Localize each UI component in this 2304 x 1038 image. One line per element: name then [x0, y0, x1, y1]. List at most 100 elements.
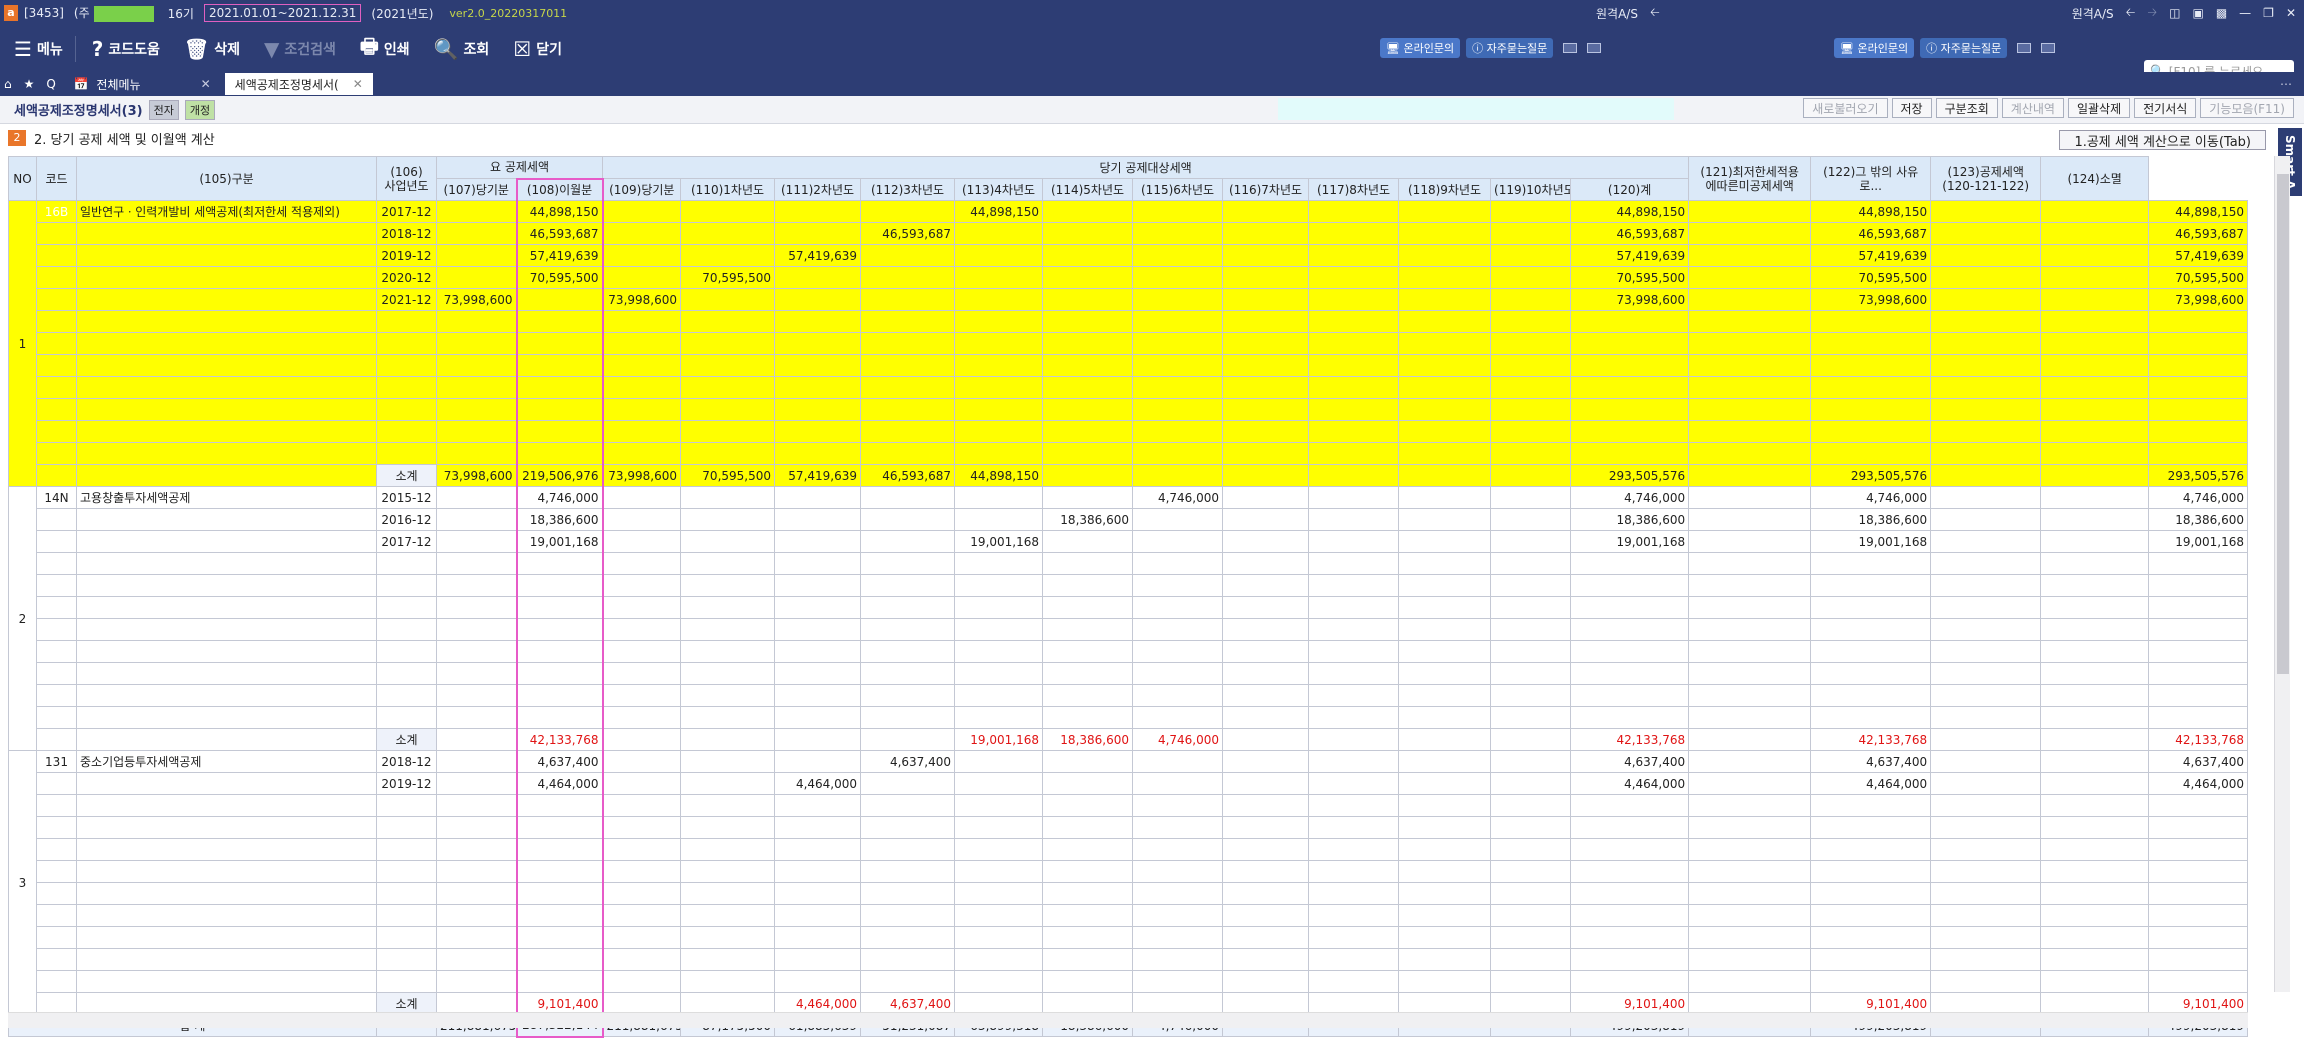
amount-cell-c108[interactable]: 18,386,600 — [515, 508, 604, 531]
amount-cell-c121[interactable] — [1688, 332, 1812, 355]
split-icon[interactable]: ▣ — [2192, 6, 2203, 20]
amount-cell-c122[interactable] — [1810, 354, 1932, 377]
amount-cell-c107[interactable] — [436, 442, 517, 465]
amount-cell-c124[interactable] — [2040, 332, 2150, 355]
amount-cell-c117[interactable] — [1308, 794, 1400, 817]
amount-cell-c116[interactable] — [1222, 442, 1310, 465]
delete-button[interactable]: 🗑 삭제 — [184, 37, 240, 61]
amount-cell-c108[interactable] — [515, 794, 604, 817]
amount-cell-c118[interactable] — [1398, 684, 1492, 707]
business-year-cell[interactable]: 2020-12 — [376, 266, 437, 289]
amount-cell-c109[interactable] — [602, 332, 682, 355]
table-row[interactable]: 2020-12 70,595,500 70,595,500 70,595,500 70,… — [9, 266, 2248, 289]
amount-cell-c113[interactable] — [954, 882, 1044, 905]
amount-cell-c112[interactable] — [860, 860, 956, 883]
amount-cell-c111[interactable] — [774, 794, 862, 817]
credit-code-cell[interactable] — [36, 222, 77, 245]
amount-cell-c118[interactable] — [1398, 574, 1492, 597]
code-help-button[interactable]: ? 코드도움 — [92, 37, 160, 61]
amount-cell-c112[interactable] — [860, 684, 956, 707]
amount-cell-c117[interactable] — [1308, 970, 1400, 993]
amount-cell-c114[interactable] — [1042, 838, 1134, 861]
amount-cell-c123[interactable] — [1930, 794, 2042, 817]
amount-cell-c108[interactable] — [515, 882, 604, 905]
credit-name-cell[interactable] — [76, 794, 377, 817]
amount-cell-c113[interactable] — [954, 772, 1044, 795]
table-row[interactable] — [9, 552, 2248, 575]
amount-cell-c120[interactable] — [1570, 552, 1690, 575]
amount-cell-c111[interactable] — [774, 750, 862, 773]
amount-cell-c109[interactable] — [602, 750, 682, 773]
amount-cell-c107[interactable] — [436, 486, 517, 509]
amount-cell-c108[interactable] — [515, 970, 604, 993]
amount-cell-c112[interactable]: 4,637,400 — [860, 750, 956, 773]
credit-name-cell[interactable] — [76, 662, 377, 685]
amount-cell-c123[interactable] — [1930, 684, 2042, 707]
amount-cell-c108[interactable] — [515, 574, 604, 597]
amount-cell-c114[interactable] — [1042, 640, 1134, 663]
amount-cell-c122[interactable] — [1810, 926, 1932, 949]
amount-cell-c123[interactable] — [1930, 640, 2042, 663]
table-row[interactable] — [9, 794, 2248, 817]
amount-cell-c121[interactable] — [1688, 794, 1812, 817]
amount-cell-c111[interactable] — [774, 398, 862, 421]
amount-cell-c115[interactable] — [1132, 376, 1224, 399]
amount-cell-c113[interactable] — [954, 552, 1044, 575]
amount-cell-c118[interactable] — [1398, 244, 1492, 267]
amount-cell-c123[interactable] — [1930, 860, 2042, 883]
amount-cell-c110[interactable] — [680, 310, 776, 333]
amount-cell-c125[interactable] — [2148, 816, 2248, 839]
amount-cell-c109[interactable] — [602, 882, 682, 905]
amount-cell-c113[interactable] — [954, 794, 1044, 817]
amount-cell-c112[interactable] — [860, 376, 956, 399]
amount-cell-c113[interactable]: 19,001,168 — [954, 530, 1044, 553]
amount-cell-c125[interactable] — [2148, 310, 2248, 333]
amount-cell-c117[interactable] — [1308, 948, 1400, 971]
amount-cell-c121[interactable] — [1688, 618, 1812, 641]
credit-name-cell[interactable] — [76, 816, 377, 839]
amount-cell-c119[interactable] — [1490, 706, 1572, 729]
condition-search-button[interactable]: ▼ 조건검색 — [264, 37, 336, 61]
amount-cell-c109[interactable] — [602, 398, 682, 421]
amount-cell-c125[interactable] — [2148, 398, 2248, 421]
credit-name-cell[interactable] — [76, 552, 377, 575]
amount-cell-c111[interactable] — [774, 662, 862, 685]
amount-cell-c120[interactable] — [1570, 860, 1690, 883]
amount-cell-c115[interactable] — [1132, 244, 1224, 267]
table-row[interactable]: 3 131 중소기업등투자세액공제 2018-12 4,637,400 4,637,400… — [8, 750, 2248, 1015]
amount-cell-c122[interactable] — [1810, 838, 1932, 861]
amount-cell-c113[interactable]: 44,898,150 — [954, 200, 1044, 223]
amount-cell-c118[interactable] — [1398, 442, 1492, 465]
amount-cell-c110[interactable] — [680, 684, 776, 707]
amount-cell-c109[interactable] — [602, 442, 682, 465]
amount-cell-c119[interactable] — [1490, 662, 1572, 685]
amount-cell-c108[interactable] — [515, 398, 604, 421]
amount-cell-c107[interactable] — [436, 552, 517, 575]
amount-cell-c113[interactable] — [954, 222, 1044, 245]
amount-cell-c107[interactable] — [436, 838, 517, 861]
table-row[interactable] — [9, 420, 2248, 443]
amount-cell-c115[interactable] — [1132, 266, 1224, 289]
amount-cell-c112[interactable] — [860, 926, 956, 949]
amount-cell-c124[interactable] — [2040, 508, 2150, 531]
amount-cell-c121[interactable] — [1688, 508, 1812, 531]
amount-cell-c110[interactable] — [680, 596, 776, 619]
amount-cell-c115[interactable] — [1132, 794, 1224, 817]
amount-cell-c119[interactable] — [1490, 838, 1572, 861]
amount-cell-c108[interactable] — [515, 684, 604, 707]
amount-cell-c117[interactable] — [1308, 552, 1400, 575]
amount-cell-c117[interactable] — [1308, 574, 1400, 597]
credit-name-cell[interactable] — [76, 376, 377, 399]
amount-cell-c107[interactable] — [436, 574, 517, 597]
amount-cell-c123[interactable] — [1930, 376, 2042, 399]
table-row[interactable] — [9, 882, 2248, 905]
amount-cell-c110[interactable]: 70,595,500 — [680, 266, 776, 289]
faq-button[interactable]: ⓘ 자주묻는질문 — [1466, 38, 1554, 58]
amount-cell-c124[interactable] — [2040, 442, 2150, 465]
amount-cell-c116[interactable] — [1222, 882, 1310, 905]
amount-cell-c111[interactable] — [774, 882, 862, 905]
amount-cell-c108[interactable] — [515, 376, 604, 399]
amount-cell-c121[interactable] — [1688, 640, 1812, 663]
amount-cell-c109[interactable] — [602, 772, 682, 795]
amount-cell-c113[interactable] — [954, 684, 1044, 707]
